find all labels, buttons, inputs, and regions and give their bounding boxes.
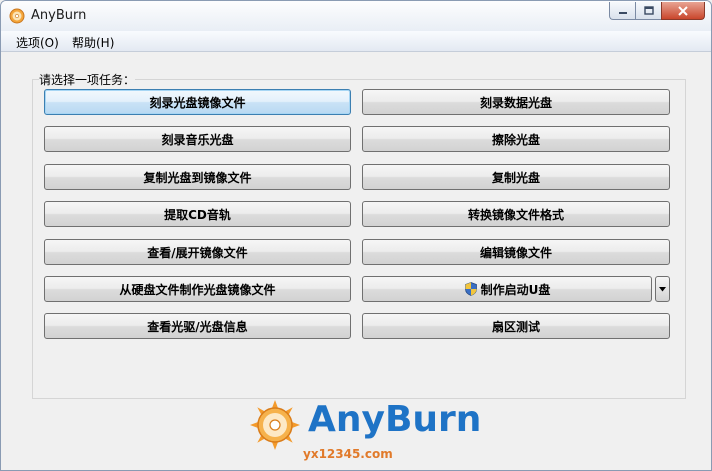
minimize-button[interactable] <box>609 2 635 20</box>
close-button[interactable] <box>661 2 705 20</box>
menu-help[interactable]: 帮助(H) <box>72 34 114 51</box>
app-window: AnyBurn 选项(O) 帮助(H) 请选择一项任务： 刻录光盘镜像文件 刻录… <box>0 0 712 471</box>
brand-name: AnyBurn <box>308 399 482 440</box>
title-bar[interactable]: AnyBurn <box>1 1 711 31</box>
copy-disc-button[interactable]: 复制光盘 <box>362 164 670 190</box>
drive-disc-info-button[interactable]: 查看光驱/光盘信息 <box>44 313 351 339</box>
bootable-usb-dropdown-button[interactable] <box>655 276 670 302</box>
chevron-down-icon <box>659 286 666 291</box>
rip-cd-audio-button[interactable]: 提取CD音轨 <box>44 201 351 227</box>
anyburn-app-icon <box>9 8 25 24</box>
minimize-icon <box>618 11 627 14</box>
sector-test-button[interactable]: 扇区测试 <box>362 313 670 339</box>
window-title: AnyBurn <box>31 8 87 23</box>
maximize-icon <box>643 6 654 15</box>
anyburn-logo-icon <box>250 400 300 450</box>
create-image-from-files-button[interactable]: 从硬盘文件制作光盘镜像文件 <box>44 276 351 302</box>
maximize-button[interactable] <box>635 2 661 20</box>
burn-data-disc-button[interactable]: 刻录数据光盘 <box>362 89 670 115</box>
uac-shield-icon <box>464 282 477 296</box>
edit-image-file-button[interactable]: 编辑镜像文件 <box>362 239 670 265</box>
create-bootable-usb-label: 制作启动U盘 <box>480 282 551 297</box>
menu-bar: 选项(O) 帮助(H) <box>1 31 711 52</box>
close-icon <box>678 5 688 16</box>
burn-image-file-button[interactable]: 刻录光盘镜像文件 <box>44 89 351 115</box>
convert-image-format-button[interactable]: 转换镜像文件格式 <box>362 201 670 227</box>
task-prompt-label: 请选择一项任务： <box>39 71 136 88</box>
menu-options[interactable]: 选项(O) <box>16 34 59 51</box>
burn-audio-cd-button[interactable]: 刻录音乐光盘 <box>44 126 351 152</box>
erase-disc-button[interactable]: 擦除光盘 <box>362 126 670 152</box>
window-controls <box>609 2 705 20</box>
create-bootable-usb-button[interactable]: 制作启动U盘 <box>362 276 652 302</box>
copy-disc-to-image-button[interactable]: 复制光盘到镜像文件 <box>44 164 351 190</box>
browse-extract-image-button[interactable]: 查看/展开镜像文件 <box>44 239 351 265</box>
watermark-text: yx12345.com <box>303 447 393 461</box>
